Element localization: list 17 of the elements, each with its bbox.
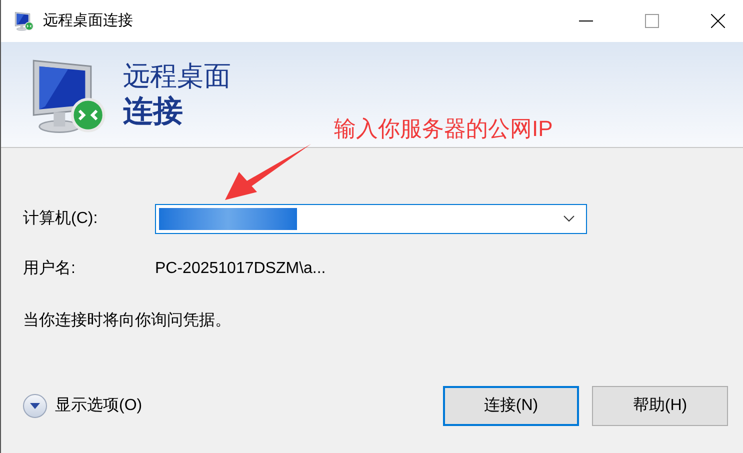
- window-title: 远程桌面连接: [43, 10, 133, 31]
- app-icon: [13, 10, 35, 32]
- expand-toggle-icon: [23, 394, 47, 418]
- credentials-note: 当你连接时将向你询问凭据。: [23, 310, 232, 331]
- computer-combo-field[interactable]: [155, 204, 587, 234]
- field-label: 计算机(C):: [23, 208, 99, 229]
- show-options-button[interactable]: 显示选项(O): [23, 394, 142, 418]
- annotation-text: 输入你服务器的公网IP: [334, 115, 553, 143]
- dropdown-caret-icon[interactable]: [563, 215, 575, 223]
- close-icon[interactable]: [711, 14, 725, 28]
- dialog-button[interactable]: 帮助(H): [592, 386, 728, 426]
- maximize-icon[interactable]: [645, 14, 659, 28]
- field-label: 用户名:: [23, 258, 76, 279]
- username-value: PC-20251017DSZM\a...: [155, 259, 326, 279]
- dialog-button[interactable]: 连接(N): [443, 386, 579, 426]
- banner-subtitle: 连接: [123, 94, 184, 130]
- banner-title: 远程桌面: [123, 60, 231, 92]
